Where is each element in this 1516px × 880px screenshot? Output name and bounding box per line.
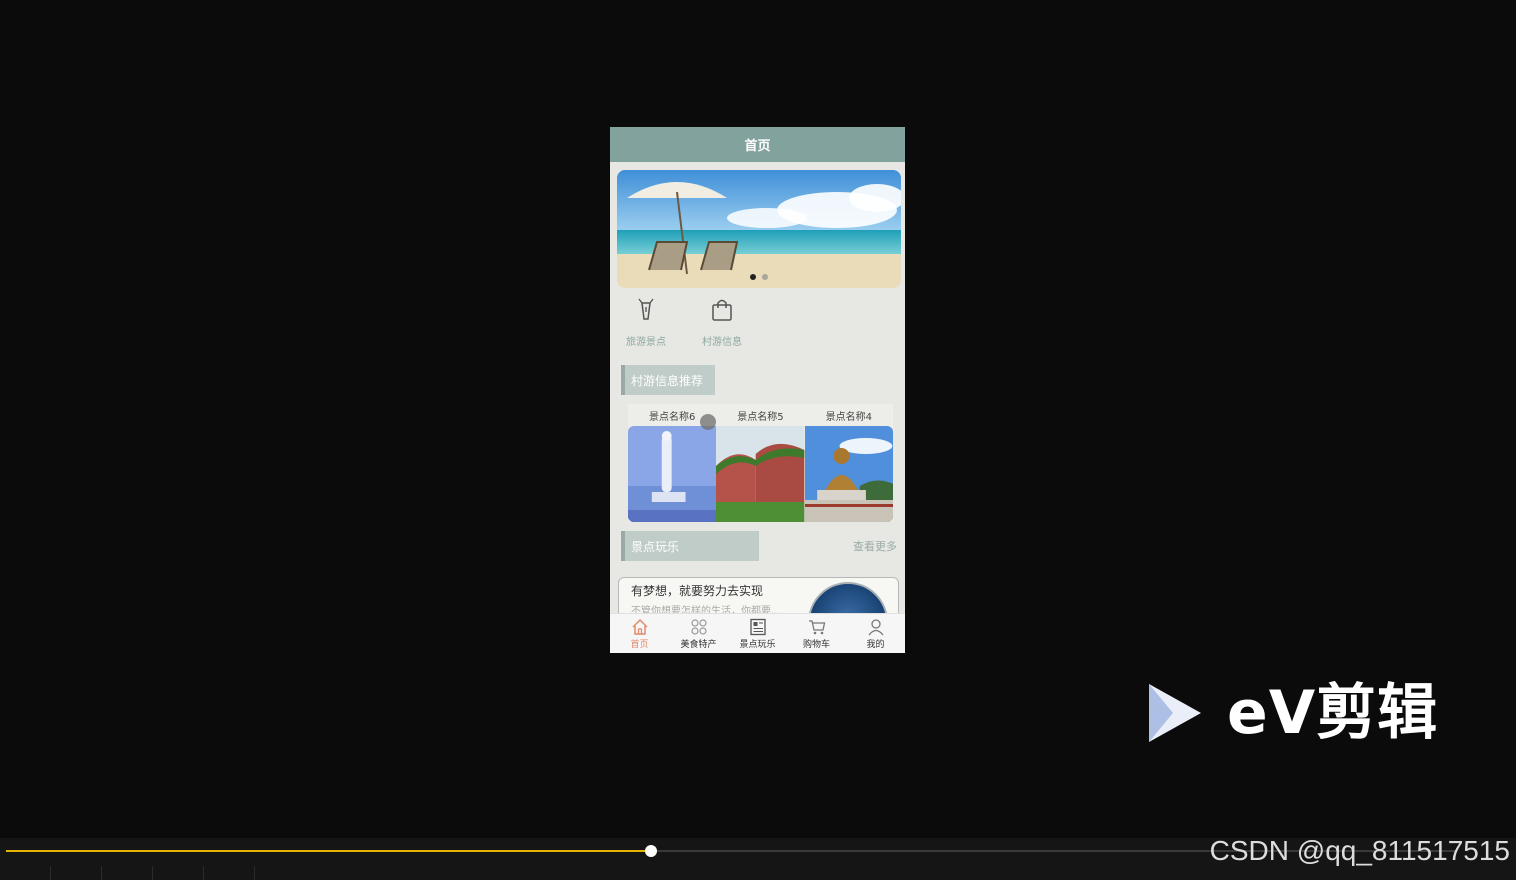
timeline-segment	[102, 866, 153, 880]
canyon-image	[716, 426, 805, 522]
tab-food[interactable]: 美食特产	[669, 614, 728, 653]
quick-nav: 旅游景点 村游信息	[622, 297, 746, 348]
section-recommend-title: 村游信息推荐	[621, 365, 715, 395]
article-title: 有梦想，就要努力去实现	[631, 584, 764, 598]
tab-label: 美食特产	[680, 639, 717, 650]
section-play-title: 景点玩乐	[621, 531, 759, 561]
tab-label: 购物车	[802, 639, 830, 650]
home-icon	[631, 618, 648, 635]
carousel-dots	[617, 274, 901, 280]
banner-carousel[interactable]	[617, 170, 901, 288]
shopping-bag-icon	[712, 299, 732, 321]
buddha-image	[804, 426, 893, 522]
timeline-segment	[51, 866, 102, 880]
scenic-card[interactable]: 景点名称4	[804, 404, 893, 522]
ev-watermark: eV剪辑	[1143, 680, 1438, 746]
tab-label: 首页	[630, 639, 649, 650]
quick-nav-label: 旅游景点	[626, 337, 666, 348]
news-icon	[749, 618, 766, 635]
user-icon	[867, 618, 884, 635]
view-more-link[interactable]: 查看更多	[853, 538, 897, 554]
progress-fill	[6, 850, 652, 852]
statue-image	[628, 426, 717, 522]
timeline-segment	[153, 866, 204, 880]
tab-label: 我的	[866, 639, 885, 650]
quick-nav-label: 村游信息	[702, 337, 742, 348]
scenic-card[interactable]: 景点名称5	[716, 404, 805, 522]
carousel-dot[interactable]	[750, 274, 756, 280]
watermark-text: eV剪辑	[1227, 678, 1439, 748]
quick-nav-scenic[interactable]: 旅游景点	[622, 297, 670, 348]
phone-screen: 首页 旅游景点 村游信息 村游信息推荐 景点名称6 景点名称5 景点名称4 景点…	[610, 127, 905, 653]
card-title: 景点名称4	[825, 411, 872, 423]
tab-profile[interactable]: 我的	[846, 614, 905, 653]
page-title: 首页	[610, 127, 905, 162]
carousel-dot[interactable]	[762, 274, 768, 280]
cart-icon	[808, 619, 825, 634]
card-title: 景点名称5	[737, 411, 784, 423]
timeline-segment	[204, 866, 255, 880]
recommend-carousel[interactable]: 景点名称6 景点名称5 景点名称4	[628, 404, 893, 522]
tab-label: 景点玩乐	[739, 639, 776, 650]
tab-home[interactable]: 首页	[610, 614, 669, 653]
tab-cart[interactable]: 购物车	[787, 614, 846, 653]
play-logo-icon	[1149, 684, 1201, 742]
csdn-credit: CSDN @qq_811517515	[1209, 835, 1510, 866]
timeline-segments	[0, 866, 1516, 880]
bottom-tabbar: 首页 美食特产 景点玩乐 购物车 我的	[610, 613, 905, 653]
grid-icon	[690, 618, 707, 635]
touch-cursor	[700, 414, 716, 430]
tab-scenic-play[interactable]: 景点玩乐	[728, 614, 787, 653]
timeline-segment	[0, 866, 51, 880]
quick-nav-village-info[interactable]: 村游信息	[698, 297, 746, 348]
beach-banner-image	[617, 170, 901, 288]
progress-knob[interactable]	[645, 845, 658, 857]
lighthouse-icon	[638, 298, 654, 320]
